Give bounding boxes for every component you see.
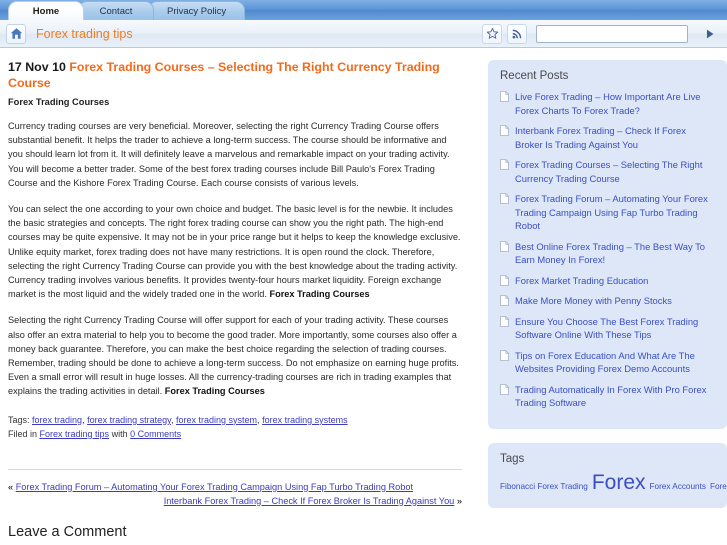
list-item[interactable]: Forex Trading Forum – Automating Your Fo… <box>500 192 715 233</box>
document-icon <box>500 383 509 395</box>
tab-label: Contact <box>99 6 133 17</box>
search-input[interactable] <box>536 24 688 43</box>
recent-posts-list: Live Forex Trading – How Important Are L… <box>500 90 715 410</box>
sep: , <box>82 414 85 425</box>
filed-with: with <box>111 428 128 439</box>
list-item[interactable]: Tips on Forex Education And What Are The… <box>500 349 715 376</box>
post-tag-link[interactable]: forex trading systems <box>262 415 348 425</box>
go-button[interactable] <box>699 24 721 44</box>
tags-widget: Tags Fibonacci Forex Trading Forex Forex A… <box>488 442 727 508</box>
tags-heading: Tags <box>500 452 525 465</box>
list-item[interactable]: Best Online Forex Trading – The Best Way… <box>500 240 715 267</box>
prev-marker: « <box>8 481 14 492</box>
tag-cloud-link[interactable]: Fibonacci Forex Trading <box>500 482 588 491</box>
list-item[interactable]: Make More Money with Penny Stocks <box>500 294 715 308</box>
sep: , <box>170 414 174 425</box>
recent-post-link[interactable]: Trading Automatically In Forex With Pro … <box>515 383 715 410</box>
bookmark-button[interactable] <box>482 23 502 44</box>
next-post-link[interactable]: Interbank Forex Trading – Check If Forex… <box>164 496 455 506</box>
post-paragraph-1: Currency trading courses are very benefi… <box>8 119 462 190</box>
paragraph-bold-tail: Forex Trading Courses <box>164 386 265 397</box>
paragraph-text: Currency trading courses are very benefi… <box>8 121 450 188</box>
post-tag-link[interactable]: forex trading strategy <box>87 415 171 425</box>
document-icon <box>500 295 509 306</box>
document-icon <box>500 349 509 361</box>
list-item[interactable]: Ensure You Choose The Best Forex Trading… <box>500 315 715 342</box>
page-title: Forex trading tips <box>36 26 133 41</box>
star-icon <box>486 27 498 39</box>
post-tags-line: Tags: forex trading, forex trading strat… <box>8 413 462 427</box>
browser-chrome: Home Contact Privacy Policy Forex tradin… <box>0 0 727 48</box>
post-paragraph-3: Selecting the right Currency Trading Cou… <box>8 313 462 398</box>
paragraph-text: You can select the one according to your… <box>8 204 461 300</box>
recent-post-link[interactable]: Forex Trading Courses – Selecting The Ri… <box>515 158 715 185</box>
document-icon <box>500 240 509 252</box>
tag-cloud: Fibonacci Forex Trading Forex Forex Accoun… <box>500 471 727 496</box>
browser-toolbar: Forex trading tips <box>0 20 727 48</box>
tags-label: Tags: <box>8 414 30 425</box>
tab-contact[interactable]: Contact <box>78 1 154 20</box>
tab-privacy-policy[interactable]: Privacy Policy <box>148 1 246 20</box>
comment-form-heading: Leave a Comment <box>8 523 127 540</box>
main-content: 17 Nov 10 Forex Trading Courses – Select… <box>0 48 476 545</box>
post-navigation: « Forex Trading Forum – Automating Your … <box>8 480 462 508</box>
tab-strip: Home Contact Privacy Policy <box>0 0 727 20</box>
recent-post-link[interactable]: Interbank Forex Trading – Check If Forex… <box>515 124 715 151</box>
recent-posts-widget: Recent Posts Live Forex Trading – How Im… <box>488 60 727 429</box>
recent-post-link[interactable]: Ensure You Choose The Best Forex Trading… <box>515 315 715 342</box>
paragraph-text: Selecting the right Currency Trading Cou… <box>8 315 459 397</box>
comments-link[interactable]: 0 Comments <box>130 429 181 439</box>
list-item[interactable]: Interbank Forex Trading – Check If Forex… <box>500 124 715 151</box>
tag-cloud-link[interactable]: Forex <box>592 471 646 494</box>
recent-post-link[interactable]: Make More Money with Penny Stocks <box>515 294 672 308</box>
next-post-row: Interbank Forex Trading – Check If Forex… <box>8 494 462 508</box>
post-title-link[interactable]: Forex Trading Courses – Selecting The Ri… <box>8 60 440 90</box>
document-icon <box>500 274 509 286</box>
post-tag-link[interactable]: forex trading <box>32 415 82 425</box>
sidebar: Recent Posts Live Forex Trading – How Im… <box>476 48 727 545</box>
content-divider <box>8 468 462 470</box>
list-item[interactable]: Forex Trading Courses – Selecting The Ri… <box>500 158 715 185</box>
post-date: 17 Nov 10 <box>8 60 66 74</box>
next-marker: » <box>456 495 462 506</box>
feed-button[interactable] <box>507 23 527 44</box>
paragraph-bold-tail: Forex Trading Courses <box>269 289 370 300</box>
document-icon <box>500 193 509 204</box>
filed-prefix: Filed in <box>8 428 38 439</box>
rss-icon <box>512 29 521 39</box>
document-icon <box>500 159 509 170</box>
sep: , <box>257 414 260 425</box>
tab-label: Home <box>32 6 60 17</box>
post-paragraph-2: You can select the one according to your… <box>8 202 462 301</box>
document-icon <box>500 125 509 136</box>
document-icon <box>500 91 509 102</box>
recent-post-link[interactable]: Best Online Forex Trading – The Best Way… <box>515 240 715 267</box>
list-item[interactable]: Live Forex Trading – How Important Are L… <box>500 90 715 117</box>
list-item[interactable]: Forex Market Trading Education <box>500 274 715 288</box>
tag-cloud-link[interactable]: Forex Market Trading <box>710 482 727 491</box>
recent-posts-heading: Recent Posts <box>500 70 569 82</box>
play-arrow-icon <box>706 29 714 38</box>
tab-home[interactable]: Home <box>8 1 84 20</box>
document-icon <box>500 315 509 327</box>
post-tag-link[interactable]: forex trading system <box>176 415 257 425</box>
post-filed-line: Filed in Forex trading tips with 0 Comme… <box>8 427 462 441</box>
post-title: 17 Nov 10 Forex Trading Courses – Select… <box>8 60 462 91</box>
filed-category-link[interactable]: Forex trading tips <box>40 429 110 439</box>
previous-post-link[interactable]: Forex Trading Forum – Automating Your Fo… <box>16 482 413 492</box>
recent-post-link[interactable]: Tips on Forex Education And What Are The… <box>515 349 715 376</box>
previous-post-row: « Forex Trading Forum – Automating Your … <box>8 480 462 494</box>
home-icon <box>10 28 22 39</box>
recent-post-link[interactable]: Live Forex Trading – How Important Are L… <box>515 90 715 117</box>
recent-post-link[interactable]: Forex Trading Forum – Automating Your Fo… <box>515 192 715 233</box>
list-item[interactable]: Trading Automatically In Forex With Pro … <box>500 383 715 410</box>
tab-label: Privacy Policy <box>167 6 227 17</box>
home-button[interactable] <box>6 23 26 44</box>
recent-post-link[interactable]: Forex Market Trading Education <box>515 274 648 288</box>
page-body: 17 Nov 10 Forex Trading Courses – Select… <box>0 48 727 545</box>
post-subheading: Forex Trading Courses <box>8 97 110 107</box>
tag-cloud-link[interactable]: Forex Accounts <box>650 482 706 491</box>
post-meta: Tags: forex trading, forex trading strat… <box>8 413 462 441</box>
